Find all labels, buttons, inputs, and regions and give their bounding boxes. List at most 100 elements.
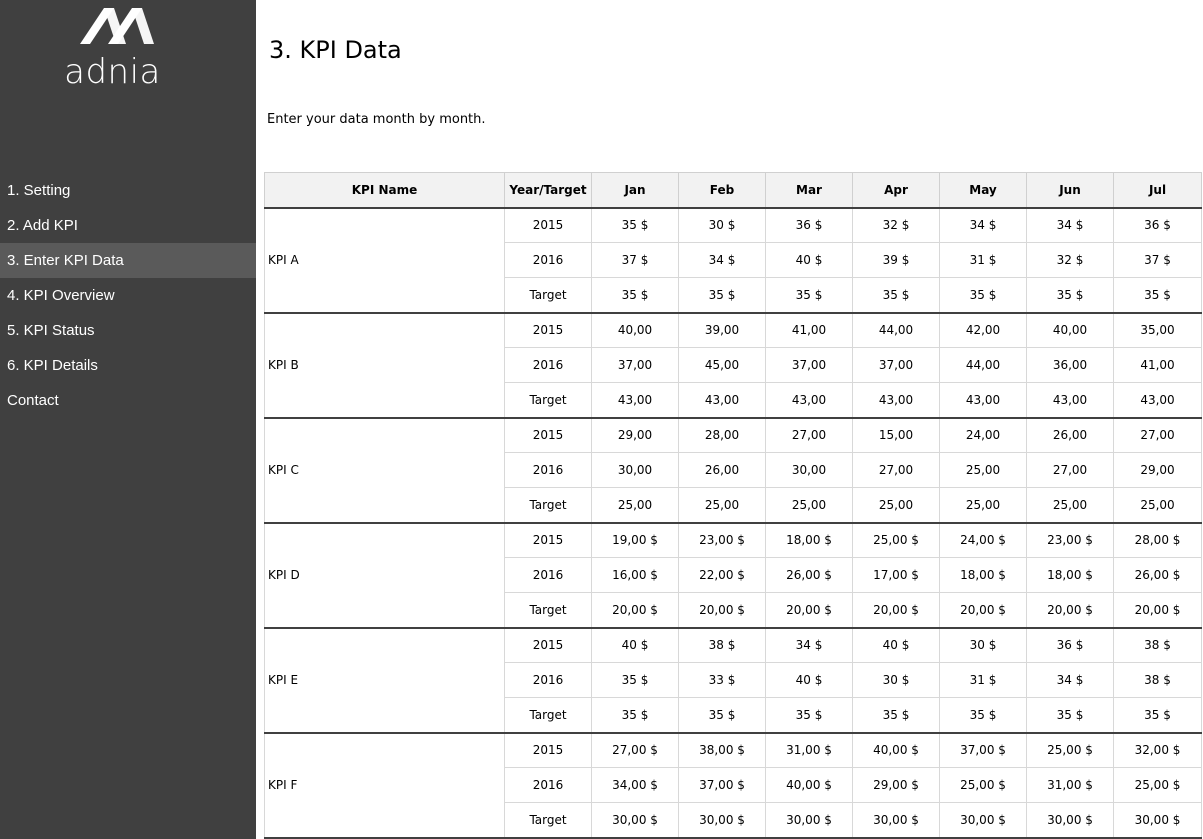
data-cell[interactable]: 25,00 <box>939 487 1027 524</box>
data-cell[interactable]: 25,00 $ <box>1026 732 1114 768</box>
column-header[interactable]: May <box>939 172 1027 209</box>
data-cell[interactable]: 20,00 $ <box>852 592 940 629</box>
data-cell[interactable]: 44,00 <box>939 347 1027 383</box>
data-cell[interactable]: 26,00 <box>678 452 766 488</box>
data-cell[interactable]: 18,00 $ <box>1026 557 1114 593</box>
data-cell[interactable]: 37,00 <box>852 347 940 383</box>
data-cell[interactable]: 37 $ <box>591 242 679 278</box>
column-header[interactable]: Year/Target <box>504 172 592 209</box>
data-cell[interactable]: 34 $ <box>678 242 766 278</box>
data-cell[interactable]: 34 $ <box>1026 207 1114 243</box>
data-cell[interactable]: 26,00 $ <box>1113 557 1202 593</box>
data-cell[interactable]: 43,00 <box>1113 382 1202 419</box>
data-cell[interactable]: 30,00 $ <box>678 802 766 839</box>
data-cell[interactable]: 27,00 $ <box>591 732 679 768</box>
data-cell[interactable]: 35 $ <box>1026 697 1114 734</box>
column-header[interactable]: Feb <box>678 172 766 209</box>
data-cell[interactable]: 44,00 <box>852 312 940 348</box>
data-cell[interactable]: 40 $ <box>852 627 940 663</box>
data-cell[interactable]: 29,00 <box>591 417 679 453</box>
data-cell[interactable]: 37,00 <box>591 347 679 383</box>
data-cell[interactable]: 24,00 $ <box>939 522 1027 558</box>
data-cell[interactable]: 25,00 <box>852 487 940 524</box>
data-cell[interactable]: 35 $ <box>591 277 679 314</box>
data-cell[interactable]: 29,00 <box>1113 452 1202 488</box>
data-cell[interactable]: 35 $ <box>678 277 766 314</box>
data-cell[interactable]: 38 $ <box>1113 627 1202 663</box>
data-cell[interactable]: 25,00 <box>765 487 853 524</box>
data-cell[interactable]: 20,00 $ <box>765 592 853 629</box>
data-cell[interactable]: 35 $ <box>939 277 1027 314</box>
data-cell[interactable]: 31,00 $ <box>765 732 853 768</box>
column-header[interactable]: Jan <box>591 172 679 209</box>
data-cell[interactable]: 28,00 $ <box>1113 522 1202 558</box>
data-cell[interactable]: 41,00 <box>1113 347 1202 383</box>
data-cell[interactable]: 38 $ <box>678 627 766 663</box>
data-cell[interactable]: 38,00 $ <box>678 732 766 768</box>
data-cell[interactable]: 20,00 $ <box>1026 592 1114 629</box>
data-cell[interactable]: 35 $ <box>591 662 679 698</box>
data-cell[interactable]: 35,00 <box>1113 312 1202 348</box>
data-cell[interactable]: 35 $ <box>591 207 679 243</box>
data-cell[interactable]: 43,00 <box>939 382 1027 419</box>
data-cell[interactable]: 31 $ <box>939 662 1027 698</box>
sidebar-item-6[interactable]: 6. KPI Details <box>0 348 256 383</box>
data-cell[interactable]: 30,00 $ <box>852 802 940 839</box>
sidebar-item-3[interactable]: 3. Enter KPI Data <box>0 243 256 278</box>
data-cell[interactable]: 27,00 <box>852 452 940 488</box>
data-cell[interactable]: 25,00 $ <box>852 522 940 558</box>
data-cell[interactable]: 40,00 $ <box>765 767 853 803</box>
data-cell[interactable]: 27,00 <box>1113 417 1202 453</box>
data-cell[interactable]: 40,00 $ <box>852 732 940 768</box>
data-cell[interactable]: 22,00 $ <box>678 557 766 593</box>
sidebar-item-1[interactable]: 1. Setting <box>0 173 256 208</box>
data-cell[interactable]: 30,00 $ <box>1113 802 1202 839</box>
data-cell[interactable]: 37,00 <box>765 347 853 383</box>
data-cell[interactable]: 43,00 <box>678 382 766 419</box>
data-cell[interactable]: 37,00 $ <box>939 732 1027 768</box>
data-cell[interactable]: 36,00 <box>1026 347 1114 383</box>
data-cell[interactable]: 18,00 $ <box>765 522 853 558</box>
data-cell[interactable]: 26,00 $ <box>765 557 853 593</box>
column-header[interactable]: KPI Name <box>264 172 505 209</box>
data-cell[interactable]: 38 $ <box>1113 662 1202 698</box>
data-cell[interactable]: 20,00 $ <box>939 592 1027 629</box>
data-cell[interactable]: 24,00 <box>939 417 1027 453</box>
data-cell[interactable]: 35 $ <box>591 697 679 734</box>
data-cell[interactable]: 20,00 $ <box>1113 592 1202 629</box>
data-cell[interactable]: 16,00 $ <box>591 557 679 593</box>
data-cell[interactable]: 29,00 $ <box>852 767 940 803</box>
data-cell[interactable]: 25,00 $ <box>939 767 1027 803</box>
data-cell[interactable]: 18,00 $ <box>939 557 1027 593</box>
data-cell[interactable]: 34,00 $ <box>591 767 679 803</box>
data-cell[interactable]: 34 $ <box>765 627 853 663</box>
data-cell[interactable]: 35 $ <box>1113 277 1202 314</box>
data-cell[interactable]: 40 $ <box>591 627 679 663</box>
data-cell[interactable]: 25,00 <box>1026 487 1114 524</box>
sidebar-item-4[interactable]: 4. KPI Overview <box>0 278 256 313</box>
data-cell[interactable]: 23,00 $ <box>1026 522 1114 558</box>
data-cell[interactable]: 23,00 $ <box>678 522 766 558</box>
data-cell[interactable]: 25,00 $ <box>1113 767 1202 803</box>
data-cell[interactable]: 37,00 $ <box>678 767 766 803</box>
column-header[interactable]: Mar <box>765 172 853 209</box>
data-cell[interactable]: 30 $ <box>852 662 940 698</box>
data-cell[interactable]: 45,00 <box>678 347 766 383</box>
data-cell[interactable]: 42,00 <box>939 312 1027 348</box>
data-cell[interactable]: 35 $ <box>852 277 940 314</box>
data-cell[interactable]: 30 $ <box>678 207 766 243</box>
data-cell[interactable]: 35 $ <box>1113 697 1202 734</box>
logo[interactable]: adnia <box>0 0 256 110</box>
data-cell[interactable]: 20,00 $ <box>591 592 679 629</box>
data-cell[interactable]: 40,00 <box>591 312 679 348</box>
data-cell[interactable]: 27,00 <box>765 417 853 453</box>
data-cell[interactable]: 25,00 <box>939 452 1027 488</box>
data-cell[interactable]: 34 $ <box>1026 662 1114 698</box>
data-cell[interactable]: 35 $ <box>939 697 1027 734</box>
data-cell[interactable]: 30 $ <box>939 627 1027 663</box>
data-cell[interactable]: 27,00 <box>1026 452 1114 488</box>
data-cell[interactable]: 43,00 <box>591 382 679 419</box>
data-cell[interactable]: 30,00 $ <box>591 802 679 839</box>
data-cell[interactable]: 25,00 <box>591 487 679 524</box>
sidebar-item-5[interactable]: 5. KPI Status <box>0 313 256 348</box>
